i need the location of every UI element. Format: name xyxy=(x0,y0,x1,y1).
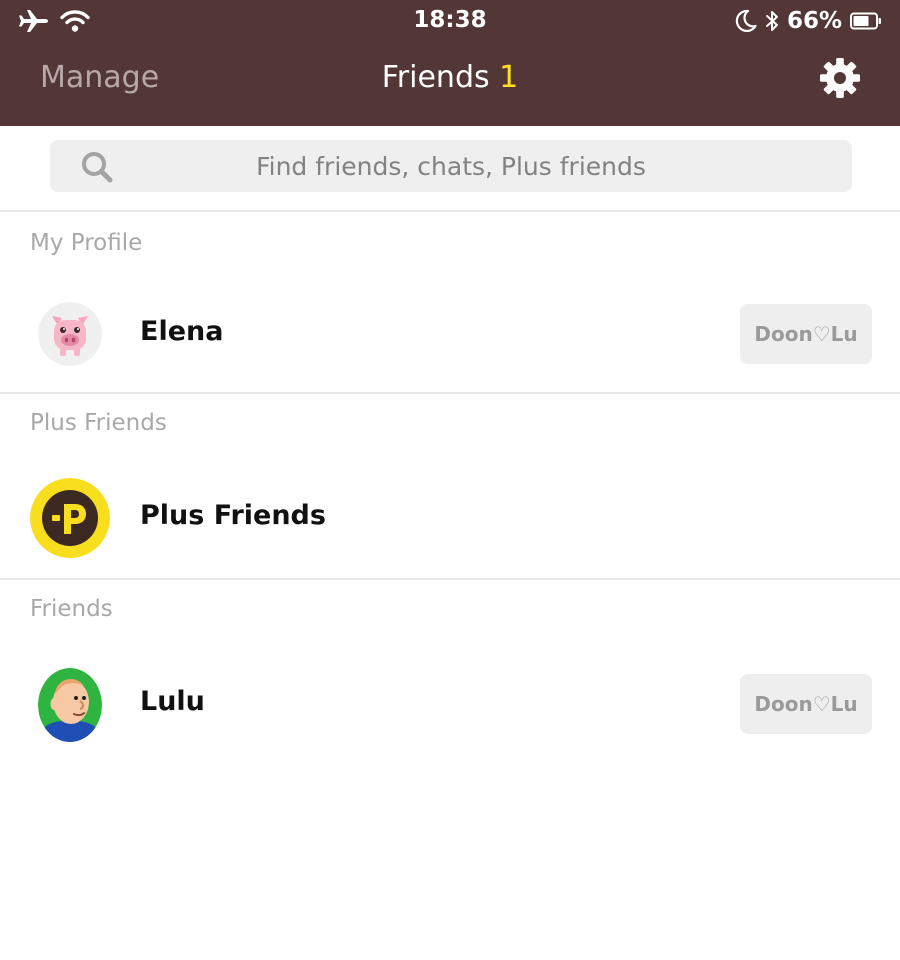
page-title: Friends 1 xyxy=(0,60,900,95)
friend-status-message: Doon♡Lu xyxy=(740,674,872,734)
section-header-my-profile: My Profile xyxy=(30,230,143,256)
pig-avatar[interactable] xyxy=(38,302,102,366)
battery-percent: 66% xyxy=(786,8,842,34)
profile-status-message: Doon♡Lu xyxy=(740,304,872,364)
battery-icon xyxy=(850,12,881,30)
header: 18:38 66% Manage Friends 1 xyxy=(0,0,900,126)
divider xyxy=(0,392,900,394)
status-right: 66% xyxy=(735,7,882,35)
search-placeholder: Find friends, chats, Plus friends xyxy=(256,152,646,181)
page-title-text: Friends xyxy=(381,60,490,95)
cartoon-boy-avatar[interactable] xyxy=(38,668,102,742)
search-input[interactable]: Find friends, chats, Plus friends xyxy=(50,140,852,192)
section-header-friends: Friends xyxy=(30,596,113,622)
friend-count-badge: 1 xyxy=(499,60,519,95)
divider xyxy=(0,578,900,580)
gear-icon[interactable] xyxy=(818,56,862,100)
friend-name: Lulu xyxy=(140,686,205,717)
search-area: Find friends, chats, Plus friends xyxy=(0,126,900,212)
section-header-plus-friends: Plus Friends xyxy=(30,410,167,436)
moon-icon xyxy=(735,9,757,33)
plus-friends-name: Plus Friends xyxy=(140,500,326,531)
status-bar: 18:38 66% xyxy=(0,0,900,44)
bluetooth-icon xyxy=(765,11,778,31)
plus-friends-logo-icon[interactable] xyxy=(30,478,110,558)
profile-name: Elena xyxy=(140,316,224,347)
nav-bar: Manage Friends 1 xyxy=(0,50,900,112)
